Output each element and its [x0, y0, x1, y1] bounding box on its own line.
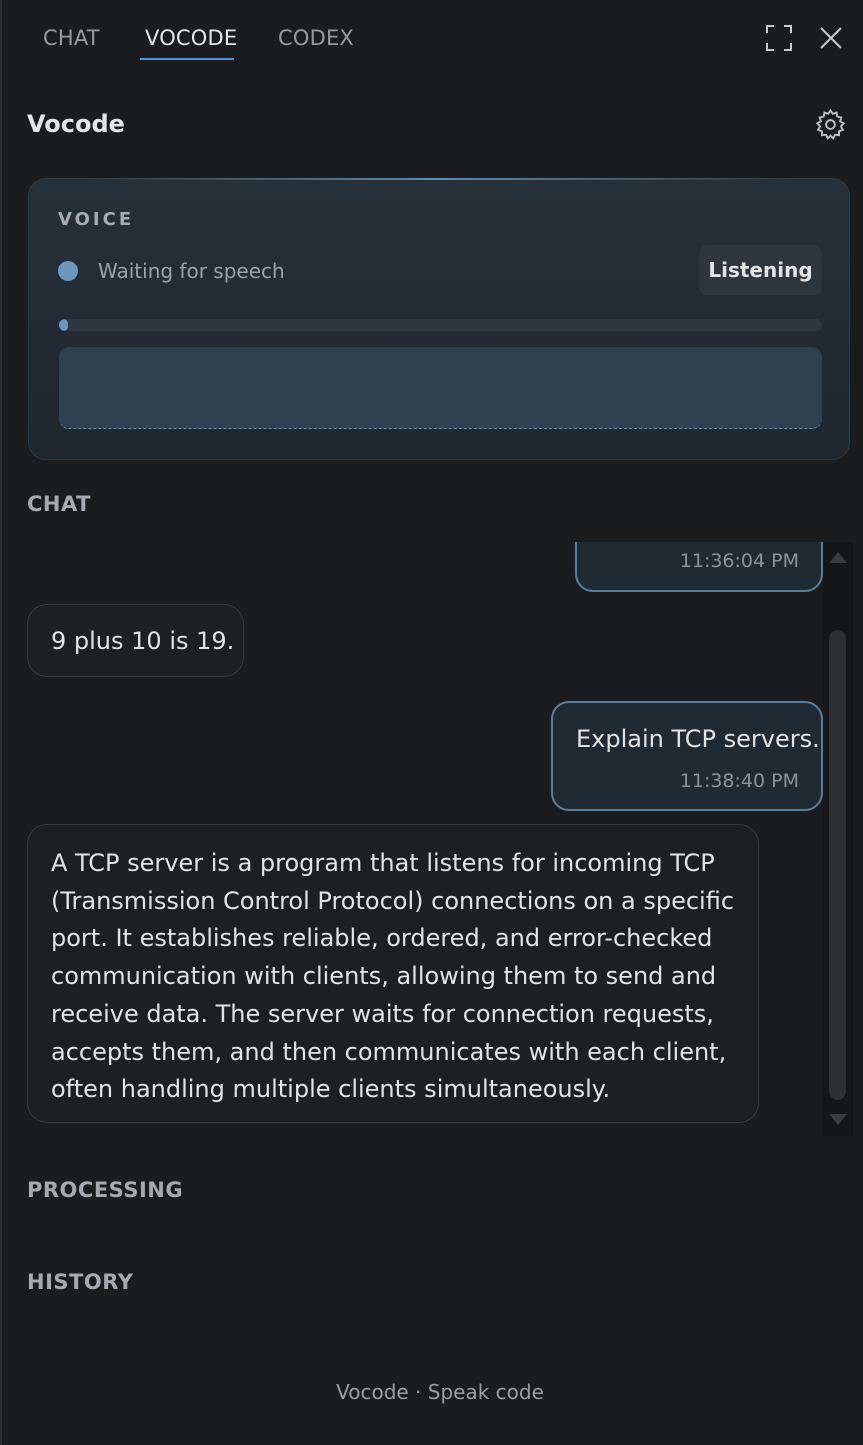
assistant-message: A TCP server is a program that listens f…: [27, 824, 759, 1123]
user-message: Explain TCP servers. 11:38:40 PM: [551, 701, 823, 811]
message-text: A TCP server is a program that listens f…: [51, 845, 734, 1109]
message-line: A TCP server is a program that listens f…: [51, 849, 715, 877]
message-text: Explain TCP servers.: [576, 725, 820, 753]
gear-icon[interactable]: [814, 108, 847, 141]
active-tab-indicator: [140, 58, 234, 60]
maximize-icon[interactable]: [765, 24, 793, 52]
message-timestamp: 11:36:04 PM: [679, 550, 799, 572]
tab-bar: CHAT VOCODE CODEX: [0, 0, 863, 80]
listening-button[interactable]: Listening: [699, 245, 822, 295]
voice-status: Waiting for speech: [98, 259, 285, 283]
close-icon[interactable]: [819, 26, 843, 50]
voice-level-meter: [59, 319, 822, 331]
message-line: port. It establishes reliable, ordered, …: [51, 924, 713, 953]
panel-title: Vocode: [27, 110, 125, 138]
scroll-up-arrow-icon[interactable]: [829, 552, 847, 563]
voice-panel-highlight: [89, 178, 789, 180]
processing-section-label: PROCESSING: [27, 1178, 184, 1202]
message-line: communication with clients, allowing the…: [51, 962, 717, 991]
message-line: (Transmission Control Protocol) connecti…: [51, 886, 735, 915]
assistant-message: 9 plus 10 is 19.: [27, 604, 244, 677]
status-dot: [58, 261, 78, 281]
transcript-field[interactable]: [59, 347, 822, 429]
tab-vocode[interactable]: VOCODE: [145, 26, 237, 50]
voice-level-fill: [59, 319, 69, 331]
tab-codex[interactable]: CODEX: [278, 26, 354, 50]
scrollbar-thumb[interactable]: [829, 630, 846, 1100]
chat-section-label: CHAT: [27, 492, 91, 516]
scroll-down-arrow-icon[interactable]: [829, 1114, 847, 1125]
message-line: accepts them, and then communicates with…: [51, 1037, 727, 1066]
user-message: 11:36:04 PM: [575, 542, 823, 592]
tab-chat[interactable]: CHAT: [43, 26, 100, 50]
message-line: receive data. The server waits for conne…: [51, 999, 714, 1028]
message-line: often handling multiple clients simultan…: [51, 1075, 611, 1104]
message-text: 9 plus 10 is 19.: [51, 627, 235, 655]
footer-text: Vocode · Speak code: [336, 1380, 544, 1404]
message-timestamp: 11:38:40 PM: [679, 770, 799, 792]
voice-panel: VOICE Waiting for speech Listening: [28, 178, 850, 460]
voice-label: VOICE: [58, 209, 135, 230]
chat-scrollbar[interactable]: [823, 542, 853, 1136]
chat-log: 11:36:04 PM 9 plus 10 is 19. Explain TCP…: [0, 542, 863, 1136]
history-section-label: HISTORY: [27, 1270, 134, 1294]
